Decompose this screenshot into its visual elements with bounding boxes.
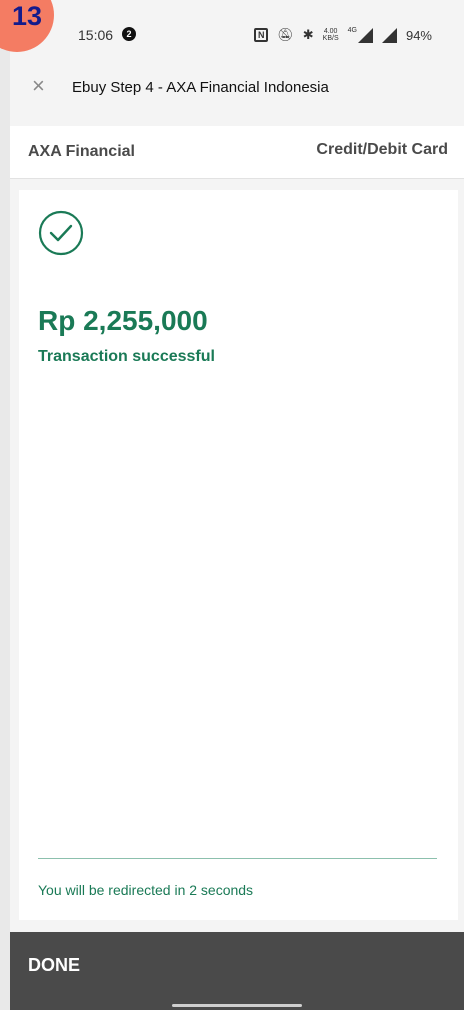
divider	[38, 858, 437, 859]
net-speed: 4.00 KB/S	[323, 28, 339, 42]
net-speed-unit: KB/S	[322, 35, 339, 42]
net-speed-value: 4.00	[323, 28, 338, 35]
merchant-name: AXA Financial	[28, 143, 135, 160]
page-title: Ebuy Step 4 - AXA Financial Indonesia	[72, 79, 329, 96]
result-card: Rp 2,255,000 Transaction successful You …	[19, 190, 458, 920]
step-badge-label: 13	[11, 1, 42, 31]
close-icon[interactable]: ×	[32, 75, 45, 97]
mute-icon: 🔕︎	[277, 27, 294, 42]
done-label: DONE	[28, 954, 81, 975]
merchant-bar: AXA Financial Credit/Debit Card	[10, 126, 464, 179]
transaction-status: Transaction successful	[38, 348, 215, 365]
signal-4g-icon	[357, 27, 373, 43]
browser-title-bar: × Ebuy Step 4 - AXA Financial Indonesia	[10, 58, 464, 118]
left-edge	[0, 0, 10, 1010]
notification-count-icon: 2	[122, 27, 136, 41]
success-check-icon	[38, 210, 84, 261]
network-type: 4G	[347, 27, 357, 34]
signal-icon	[381, 27, 397, 43]
status-icons: N 🔕︎ ✱ 4.00 KB/S 4G 94%	[254, 27, 432, 43]
system-nav-bar	[10, 998, 464, 1010]
redirect-message: You will be redirected in 2 seconds	[38, 882, 254, 898]
payment-method: Credit/Debit Card	[316, 141, 448, 158]
status-time: 15:06	[78, 27, 114, 43]
nfc-icon: N	[254, 28, 269, 42]
screen: 13 15:06 2 N 🔕︎ ✱ 4.00 KB/S 4G 94% × Ebu…	[0, 0, 464, 1010]
status-bar: 15:06 2 N 🔕︎ ✱ 4.00 KB/S 4G 94%	[0, 12, 464, 58]
done-button[interactable]: DONE	[10, 932, 464, 998]
battery-percent: 94%	[405, 27, 432, 43]
home-handle[interactable]	[172, 1004, 302, 1007]
transaction-amount: Rp 2,255,000	[38, 305, 208, 336]
bluetooth-icon: ✱	[302, 27, 314, 42]
